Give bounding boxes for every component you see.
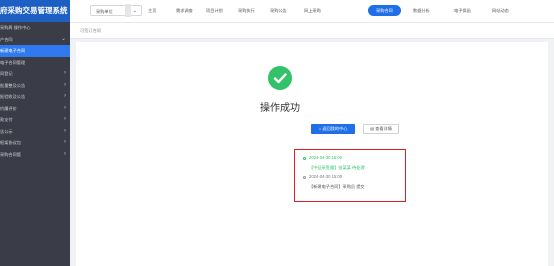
chevron-right-icon: ›: [64, 93, 66, 99]
log-time: 2024-04-30 15:00: [309, 155, 343, 160]
sidebar-item-label: 同登记: [0, 71, 13, 76]
sidebar-item[interactable]: 告公示 ›: [0, 126, 70, 138]
success-check-icon: [268, 66, 292, 90]
process-log: 2024-04-30 15:00 【中征采签量】张某某 待处理 2024-04-…: [294, 149, 406, 202]
sidebar: 府采购交易管理系统 采购周 操作中心 产合同 ⌄ 新建电子合同 电子合同管理 同登记 › 批量…: [0, 0, 70, 266]
sidebar-item-label: 框架协议包: [0, 140, 21, 145]
log-desc: 【新建电子合同】采购员 提交: [309, 184, 365, 189]
nav-collapse-button[interactable]: [125, 4, 131, 17]
sidebar-item[interactable]: 同登记 ›: [0, 68, 70, 80]
result-title: 操作成功: [260, 103, 300, 114]
sidebar-item-label: 采购周 操作中心: [0, 25, 31, 30]
chevron-right-icon: ›: [64, 70, 66, 76]
log-time: 2024-04-30 15:00: [309, 174, 343, 179]
nav-item[interactable]: 数据分析: [413, 5, 430, 16]
nav-item[interactable]: 网站动态: [492, 5, 509, 16]
nav-item[interactable]: 采购执行: [238, 5, 255, 16]
sidebar-item[interactable]: 批验收及公告 ›: [0, 91, 70, 103]
sidebar-item-label: 批量整及公告: [0, 82, 26, 88]
nav-item[interactable]: 主页: [148, 5, 156, 16]
sidebar-item[interactable]: 采购周 操作中心: [0, 22, 70, 34]
sidebar-item[interactable]: 款支付 ›: [0, 114, 70, 126]
sidebar-item[interactable]: 电子合同管理: [0, 57, 70, 69]
sidebar-item-label: 告公示: [0, 128, 13, 134]
chevron-right-icon: ›: [64, 127, 66, 134]
top-navbar: 采购单位 ⌄ 主页 需求调查 项目计划 采购执行 采购公告 网上采购 采购合同 数据分析 电子保…: [70, 0, 554, 23]
nav-item[interactable]: 电子保函: [454, 5, 471, 16]
sidebar-item-label: 采购合同管: [0, 151, 21, 157]
breadcrumb[interactable]: 可签订合同: [80, 23, 101, 38]
sidebar-item[interactable]: 产合同 ⌄: [0, 34, 70, 46]
sidebar-item[interactable]: 采购合同管 ›: [0, 149, 70, 161]
sidebar-item-label: 约履评价: [0, 105, 17, 111]
nav-item[interactable]: 采购公告: [270, 5, 287, 16]
sidebar-item-label: 新建电子合同: [0, 48, 26, 53]
sidebar-item-label: 批验收及公告: [0, 94, 26, 99]
nav-item[interactable]: 项目计划: [206, 5, 223, 16]
sidebar-item[interactable]: 新建电子合同: [0, 45, 70, 57]
chevron-right-icon: ›: [64, 150, 66, 157]
sidebar-item-label: 款支付: [0, 117, 13, 122]
sidebar-item[interactable]: 约履评价 ›: [0, 103, 70, 115]
chevron-down-icon: ⌄: [132, 8, 137, 14]
app-title: 府采购交易管理系统: [0, 0, 70, 22]
chevron-down-icon: ⌄: [60, 35, 66, 42]
log-desc: 【中征采签量】张某某 待处理: [309, 165, 365, 170]
nav-item[interactable]: 网上采购: [304, 5, 321, 16]
chevron-right-icon: ›: [64, 81, 66, 88]
back-to-center-label: 返回我的中心: [322, 126, 348, 131]
unit-select[interactable]: 采购单位 ⌄: [90, 5, 142, 16]
chevron-right-icon: ›: [64, 104, 66, 111]
back-to-center-button[interactable]: ⌂ 返回我的中心: [311, 124, 355, 134]
sidebar-item[interactable]: 框架协议包 ›: [0, 137, 70, 149]
sidebar-menu: 采购周 操作中心 产合同 ⌄ 新建电子合同 电子合同管理 同登记 › 批量整及公告 › 批验收及公…: [0, 22, 70, 160]
chevron-right-icon: ›: [64, 139, 66, 145]
unit-select-value: 采购单位: [96, 9, 113, 14]
nav-item[interactable]: 需求调查: [176, 5, 193, 16]
view-details-label: 查看详情: [375, 126, 392, 131]
sidebar-item[interactable]: 批量整及公告 ›: [0, 80, 70, 92]
sidebar-item-label: 产合同: [0, 36, 13, 42]
status-dot-icon: [303, 157, 306, 160]
chevron-right-icon: ›: [64, 116, 66, 122]
status-dot-icon: [303, 176, 306, 179]
view-details-button[interactable]: ▤ 查看详情: [363, 124, 399, 134]
sidebar-item-label: 电子合同管理: [0, 59, 26, 65]
breadcrumb-bar: 可签订合同: [70, 23, 554, 39]
nav-item[interactable]: 采购合同: [368, 5, 401, 16]
